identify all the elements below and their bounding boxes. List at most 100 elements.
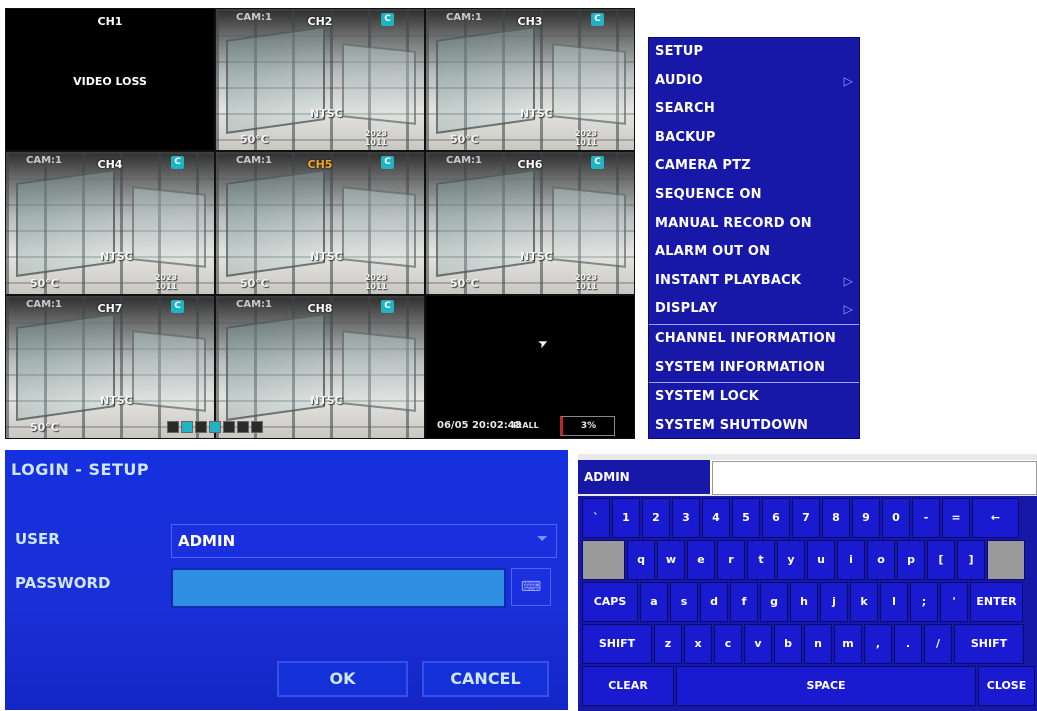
key[interactable]: 7	[792, 498, 820, 538]
key[interactable]: d	[700, 582, 728, 622]
stamp-line: 1011	[574, 138, 598, 147]
key[interactable]: /	[924, 624, 952, 664]
menu-item[interactable]: SEARCH	[649, 95, 859, 124]
key[interactable]: r	[717, 540, 745, 580]
key[interactable]: n	[804, 624, 832, 664]
key[interactable]: j	[820, 582, 848, 622]
login-setup-dialog: LOGIN - SETUP USER ADMIN ⏷ PASSWORD ⌨ OK…	[5, 450, 568, 710]
key[interactable]: i	[837, 540, 865, 580]
key[interactable]: h	[790, 582, 818, 622]
key[interactable]: t	[747, 540, 775, 580]
menu-item[interactable]: SEQUENCE ON	[649, 181, 859, 210]
virtual-keyboard-button[interactable]: ⌨	[511, 568, 551, 606]
key[interactable]: p	[897, 540, 925, 580]
key[interactable]: 9	[852, 498, 880, 538]
key[interactable]: 3	[672, 498, 700, 538]
camera-cell[interactable]: VIDEO LOSS CH1	[5, 8, 215, 151]
key[interactable]: =	[942, 498, 970, 538]
key[interactable]: [	[927, 540, 955, 580]
key[interactable]: q	[627, 540, 655, 580]
key[interactable]: b	[774, 624, 802, 664]
key[interactable]: 2	[642, 498, 670, 538]
menu-item[interactable]: MANUAL RECORD ON	[649, 210, 859, 239]
channel-label: CH5	[307, 158, 333, 171]
key-shift-right[interactable]: SHIFT	[954, 624, 1024, 664]
key[interactable]: -	[912, 498, 940, 538]
menu-item[interactable]: SETUP	[649, 38, 859, 67]
camera-grid: VIDEO LOSS CH1 CAM:1 C NTSC 50°C 2023 1011 CH2 CA…	[5, 8, 635, 439]
key[interactable]: z	[654, 624, 682, 664]
dialog-title: LOGIN - SETUP	[11, 460, 150, 479]
camera-cell[interactable]: CAM:1 C NTSC 50°C 2023 1011 CH5	[215, 151, 425, 295]
stamp-line: 1011	[154, 282, 178, 291]
ok-button[interactable]: OK	[277, 661, 408, 697]
key[interactable]: `	[582, 498, 610, 538]
key[interactable]: y	[777, 540, 805, 580]
key[interactable]: v	[744, 624, 772, 664]
key[interactable]: '	[940, 582, 968, 622]
status-bar: 06/05 20:02:43 R:ALL 3%	[155, 415, 635, 439]
key-backspace[interactable]: ←	[972, 498, 1019, 538]
key-clear[interactable]: CLEAR	[582, 666, 674, 706]
menu-item-label: ALARM OUT ON	[655, 244, 771, 260]
key[interactable]: x	[684, 624, 712, 664]
temperature-overlay: 50°C	[240, 277, 269, 290]
main-context-menu: SETUP AUDIO ▷ SEARCH BACKUP CAMERA PTZ SEQUENC…	[648, 37, 860, 439]
key-caps[interactable]: CAPS	[582, 582, 638, 622]
key[interactable]: e	[687, 540, 715, 580]
key-shift-left[interactable]: SHIFT	[582, 624, 652, 664]
menu-item[interactable]: CAMERA PTZ	[649, 152, 859, 181]
camera-cell[interactable]: CAM:1 C NTSC 50°C 2023 1011 CH2	[215, 8, 425, 151]
channel-label: CH6	[517, 158, 543, 171]
menu-item[interactable]: INSTANT PLAYBACK ▷	[649, 267, 859, 296]
key[interactable]: f	[730, 582, 758, 622]
menu-item[interactable]: BACKUP	[649, 124, 859, 153]
key[interactable]: 0	[882, 498, 910, 538]
menu-item[interactable]: SYSTEM LOCK	[649, 383, 859, 412]
key[interactable]: s	[670, 582, 698, 622]
key[interactable]: u	[807, 540, 835, 580]
camera-stamp: 2023 1011	[358, 129, 394, 147]
key[interactable]: 8	[822, 498, 850, 538]
key[interactable]: 5	[732, 498, 760, 538]
channel-label: CH2	[307, 15, 333, 28]
user-select[interactable]: ADMIN ⏷	[171, 524, 557, 558]
keyboard-input-field[interactable]	[712, 461, 1037, 495]
status-icons	[167, 421, 263, 433]
password-input[interactable]	[171, 568, 506, 608]
camera-cell[interactable]: CAM:1 C NTSC 50°C 2023 1011 CH6	[425, 151, 635, 295]
key[interactable]: w	[657, 540, 685, 580]
menu-item[interactable]: AUDIO ▷	[649, 67, 859, 96]
key[interactable]: a	[640, 582, 668, 622]
key[interactable]: ;	[910, 582, 938, 622]
key[interactable]: 6	[762, 498, 790, 538]
key-enter[interactable]: ENTER	[970, 582, 1023, 622]
key[interactable]: m	[834, 624, 862, 664]
menu-item-label: DISPLAY	[655, 301, 718, 317]
key-blank[interactable]	[987, 540, 1025, 580]
menu-item-label: SEARCH	[655, 101, 715, 117]
camera-cell[interactable]: CAM:1 C NTSC 50°C 2023 1011 CH4	[5, 151, 215, 295]
key[interactable]: c	[714, 624, 742, 664]
key[interactable]: o	[867, 540, 895, 580]
key[interactable]: k	[850, 582, 878, 622]
key[interactable]: g	[760, 582, 788, 622]
menu-item[interactable]: SYSTEM INFORMATION	[649, 354, 859, 383]
key[interactable]: 1	[612, 498, 640, 538]
key[interactable]: l	[880, 582, 908, 622]
key[interactable]: .	[894, 624, 922, 664]
key[interactable]: ,	[864, 624, 892, 664]
menu-item-label: AUDIO	[655, 72, 703, 88]
camera-cell[interactable]: CAM:1 C NTSC 50°C 2023 1011 CH3	[425, 8, 635, 151]
key[interactable]: ]	[957, 540, 985, 580]
key-space[interactable]: SPACE	[676, 666, 976, 706]
key-blank[interactable]	[582, 540, 625, 580]
menu-item[interactable]: SYSTEM SHUTDOWN	[649, 412, 859, 441]
menu-item[interactable]: ALARM OUT ON	[649, 238, 859, 267]
cancel-button[interactable]: CANCEL	[422, 661, 549, 697]
menu-item-label: SYSTEM LOCK	[655, 389, 760, 405]
menu-item[interactable]: DISPLAY ▷	[649, 295, 859, 324]
menu-item[interactable]: CHANNEL INFORMATION	[649, 325, 859, 354]
key-close[interactable]: CLOSE	[978, 666, 1035, 706]
key[interactable]: 4	[702, 498, 730, 538]
